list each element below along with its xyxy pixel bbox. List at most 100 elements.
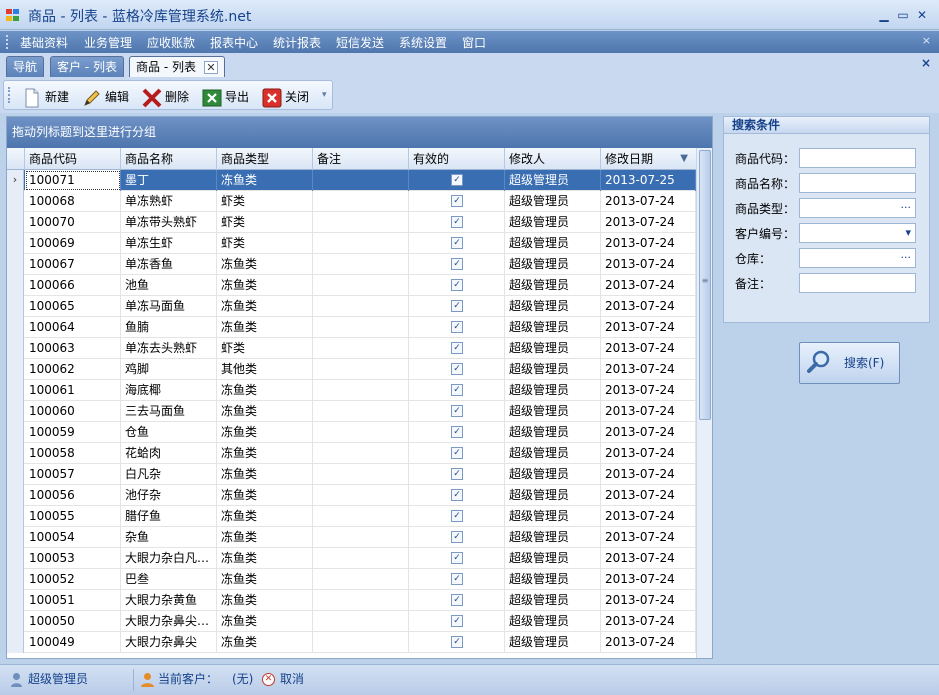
row-indicator[interactable] — [7, 611, 24, 632]
cell-note[interactable] — [313, 632, 409, 653]
search-button[interactable]: 搜索(F) — [799, 342, 900, 384]
menu-reports[interactable]: 报表中心 — [210, 34, 258, 51]
cell-type[interactable]: 冻鱼类 — [217, 170, 313, 191]
valid-checkbox[interactable]: ✓ — [451, 594, 463, 606]
cell-note[interactable] — [313, 380, 409, 401]
cell-modifier[interactable]: 超级管理员 — [505, 632, 601, 653]
row-indicator[interactable] — [7, 464, 24, 485]
row-indicator[interactable] — [7, 191, 24, 212]
cell-name[interactable]: 大眼力杂鼻尖… — [121, 611, 217, 632]
table-row[interactable]: 100050 大眼力杂鼻尖… 冻鱼类 ✓ 超级管理员 2013-07-24 — [7, 611, 696, 632]
table-row[interactable]: 100051 大眼力杂黄鱼 冻鱼类 ✓ 超级管理员 2013-07-24 — [7, 590, 696, 611]
menu-business[interactable]: 业务管理 — [84, 34, 132, 51]
cell-valid[interactable]: ✓ — [409, 548, 505, 569]
cell-modifier[interactable]: 超级管理员 — [505, 170, 601, 191]
cell-date[interactable]: 2013-07-24 — [601, 380, 696, 401]
column-header-note[interactable]: 备注 — [313, 148, 409, 170]
row-indicator[interactable] — [7, 317, 24, 338]
valid-checkbox[interactable]: ✓ — [451, 531, 463, 543]
cell-code[interactable]: 100062 — [25, 359, 121, 380]
table-row[interactable]: 100052 巴叁 冻鱼类 ✓ 超级管理员 2013-07-24 — [7, 569, 696, 590]
table-row[interactable]: 100056 池仔杂 冻鱼类 ✓ 超级管理员 2013-07-24 — [7, 485, 696, 506]
cell-modifier[interactable]: 超级管理员 — [505, 422, 601, 443]
note-input[interactable] — [799, 273, 916, 293]
cell-name[interactable]: 单冻熟虾 — [121, 191, 217, 212]
cell-date[interactable]: 2013-07-24 — [601, 443, 696, 464]
cell-name[interactable]: 单冻去头熟虾 — [121, 338, 217, 359]
cell-code[interactable]: 100051 — [25, 590, 121, 611]
column-header-date[interactable]: 修改日期 ▼ — [601, 148, 696, 170]
valid-checkbox[interactable]: ✓ — [451, 426, 463, 438]
code-input[interactable] — [799, 148, 916, 168]
table-row[interactable]: › 100071 墨丁 冻鱼类 ✓ 超级管理员 2013-07-25 — [7, 170, 696, 191]
cell-valid[interactable]: ✓ — [409, 632, 505, 653]
cell-name[interactable]: 单冻马面鱼 — [121, 296, 217, 317]
cell-note[interactable] — [313, 464, 409, 485]
cell-date[interactable]: 2013-07-24 — [601, 569, 696, 590]
cell-code[interactable]: 100069 — [25, 233, 121, 254]
cell-note[interactable] — [313, 548, 409, 569]
cell-valid[interactable]: ✓ — [409, 569, 505, 590]
cell-name[interactable]: 池鱼 — [121, 275, 217, 296]
cell-valid[interactable]: ✓ — [409, 170, 505, 191]
cell-valid[interactable]: ✓ — [409, 590, 505, 611]
cell-type[interactable]: 冻鱼类 — [217, 422, 313, 443]
cell-name[interactable]: 腊仔鱼 — [121, 506, 217, 527]
cell-name[interactable]: 白凡杂 — [121, 464, 217, 485]
valid-checkbox[interactable]: ✓ — [451, 342, 463, 354]
row-indicator[interactable] — [7, 401, 24, 422]
cell-code[interactable]: 100056 — [25, 485, 121, 506]
edit-button[interactable]: 编辑 — [82, 87, 129, 107]
cell-valid[interactable]: ✓ — [409, 485, 505, 506]
valid-checkbox[interactable]: ✓ — [451, 237, 463, 249]
row-indicator[interactable] — [7, 380, 24, 401]
valid-checkbox[interactable]: ✓ — [451, 510, 463, 522]
menu-basic-data[interactable]: 基础资料 — [20, 34, 68, 51]
cell-name[interactable]: 大眼力杂黄鱼 — [121, 590, 217, 611]
row-indicator[interactable] — [7, 212, 24, 233]
cell-date[interactable]: 2013-07-24 — [601, 191, 696, 212]
cell-code[interactable]: 100071 — [25, 170, 121, 191]
valid-checkbox[interactable]: ✓ — [451, 195, 463, 207]
cell-code[interactable]: 100052 — [25, 569, 121, 590]
cell-code[interactable]: 100055 — [25, 506, 121, 527]
table-row[interactable]: 100064 鱼腩 冻鱼类 ✓ 超级管理员 2013-07-24 — [7, 317, 696, 338]
maximize-button[interactable]: ▭ — [895, 7, 911, 23]
customer-dropdown[interactable]: ▾ — [799, 223, 916, 243]
cell-name[interactable]: 海底椰 — [121, 380, 217, 401]
cell-note[interactable] — [313, 359, 409, 380]
menu-settings[interactable]: 系统设置 — [399, 34, 447, 51]
cell-modifier[interactable]: 超级管理员 — [505, 548, 601, 569]
cell-type[interactable]: 冻鱼类 — [217, 485, 313, 506]
column-header-code[interactable]: 商品代码 — [25, 148, 121, 170]
cell-date[interactable]: 2013-07-25 — [601, 170, 696, 191]
row-indicator[interactable] — [7, 254, 24, 275]
cell-name[interactable]: 三去马面鱼 — [121, 401, 217, 422]
vertical-scrollbar[interactable]: ≡ — [696, 148, 712, 658]
cell-note[interactable] — [313, 590, 409, 611]
cell-name[interactable]: 花蛤肉 — [121, 443, 217, 464]
table-row[interactable]: 100070 单冻带头熟虾 虾类 ✓ 超级管理员 2013-07-24 — [7, 212, 696, 233]
cell-type[interactable]: 冻鱼类 — [217, 506, 313, 527]
close-button[interactable]: 关闭 — [262, 87, 309, 107]
valid-checkbox[interactable]: ✓ — [451, 405, 463, 417]
cell-date[interactable]: 2013-07-24 — [601, 275, 696, 296]
cell-code[interactable]: 100068 — [25, 191, 121, 212]
valid-checkbox[interactable]: ✓ — [451, 447, 463, 459]
menu-statistics[interactable]: 统计报表 — [273, 34, 321, 51]
cell-code[interactable]: 100053 — [25, 548, 121, 569]
ellipsis-icon[interactable]: ··· — [901, 201, 912, 214]
cell-name[interactable]: 池仔杂 — [121, 485, 217, 506]
cell-code[interactable]: 100065 — [25, 296, 121, 317]
cell-valid[interactable]: ✓ — [409, 422, 505, 443]
cell-type[interactable]: 冻鱼类 — [217, 527, 313, 548]
cell-date[interactable]: 2013-07-24 — [601, 254, 696, 275]
cell-note[interactable] — [313, 317, 409, 338]
cell-code[interactable]: 100060 — [25, 401, 121, 422]
cell-name[interactable]: 鱼腩 — [121, 317, 217, 338]
cell-modifier[interactable]: 超级管理员 — [505, 611, 601, 632]
valid-checkbox[interactable]: ✓ — [451, 636, 463, 648]
cell-valid[interactable]: ✓ — [409, 611, 505, 632]
cell-date[interactable]: 2013-07-24 — [601, 359, 696, 380]
cancel-icon[interactable]: ✕ — [262, 673, 275, 686]
